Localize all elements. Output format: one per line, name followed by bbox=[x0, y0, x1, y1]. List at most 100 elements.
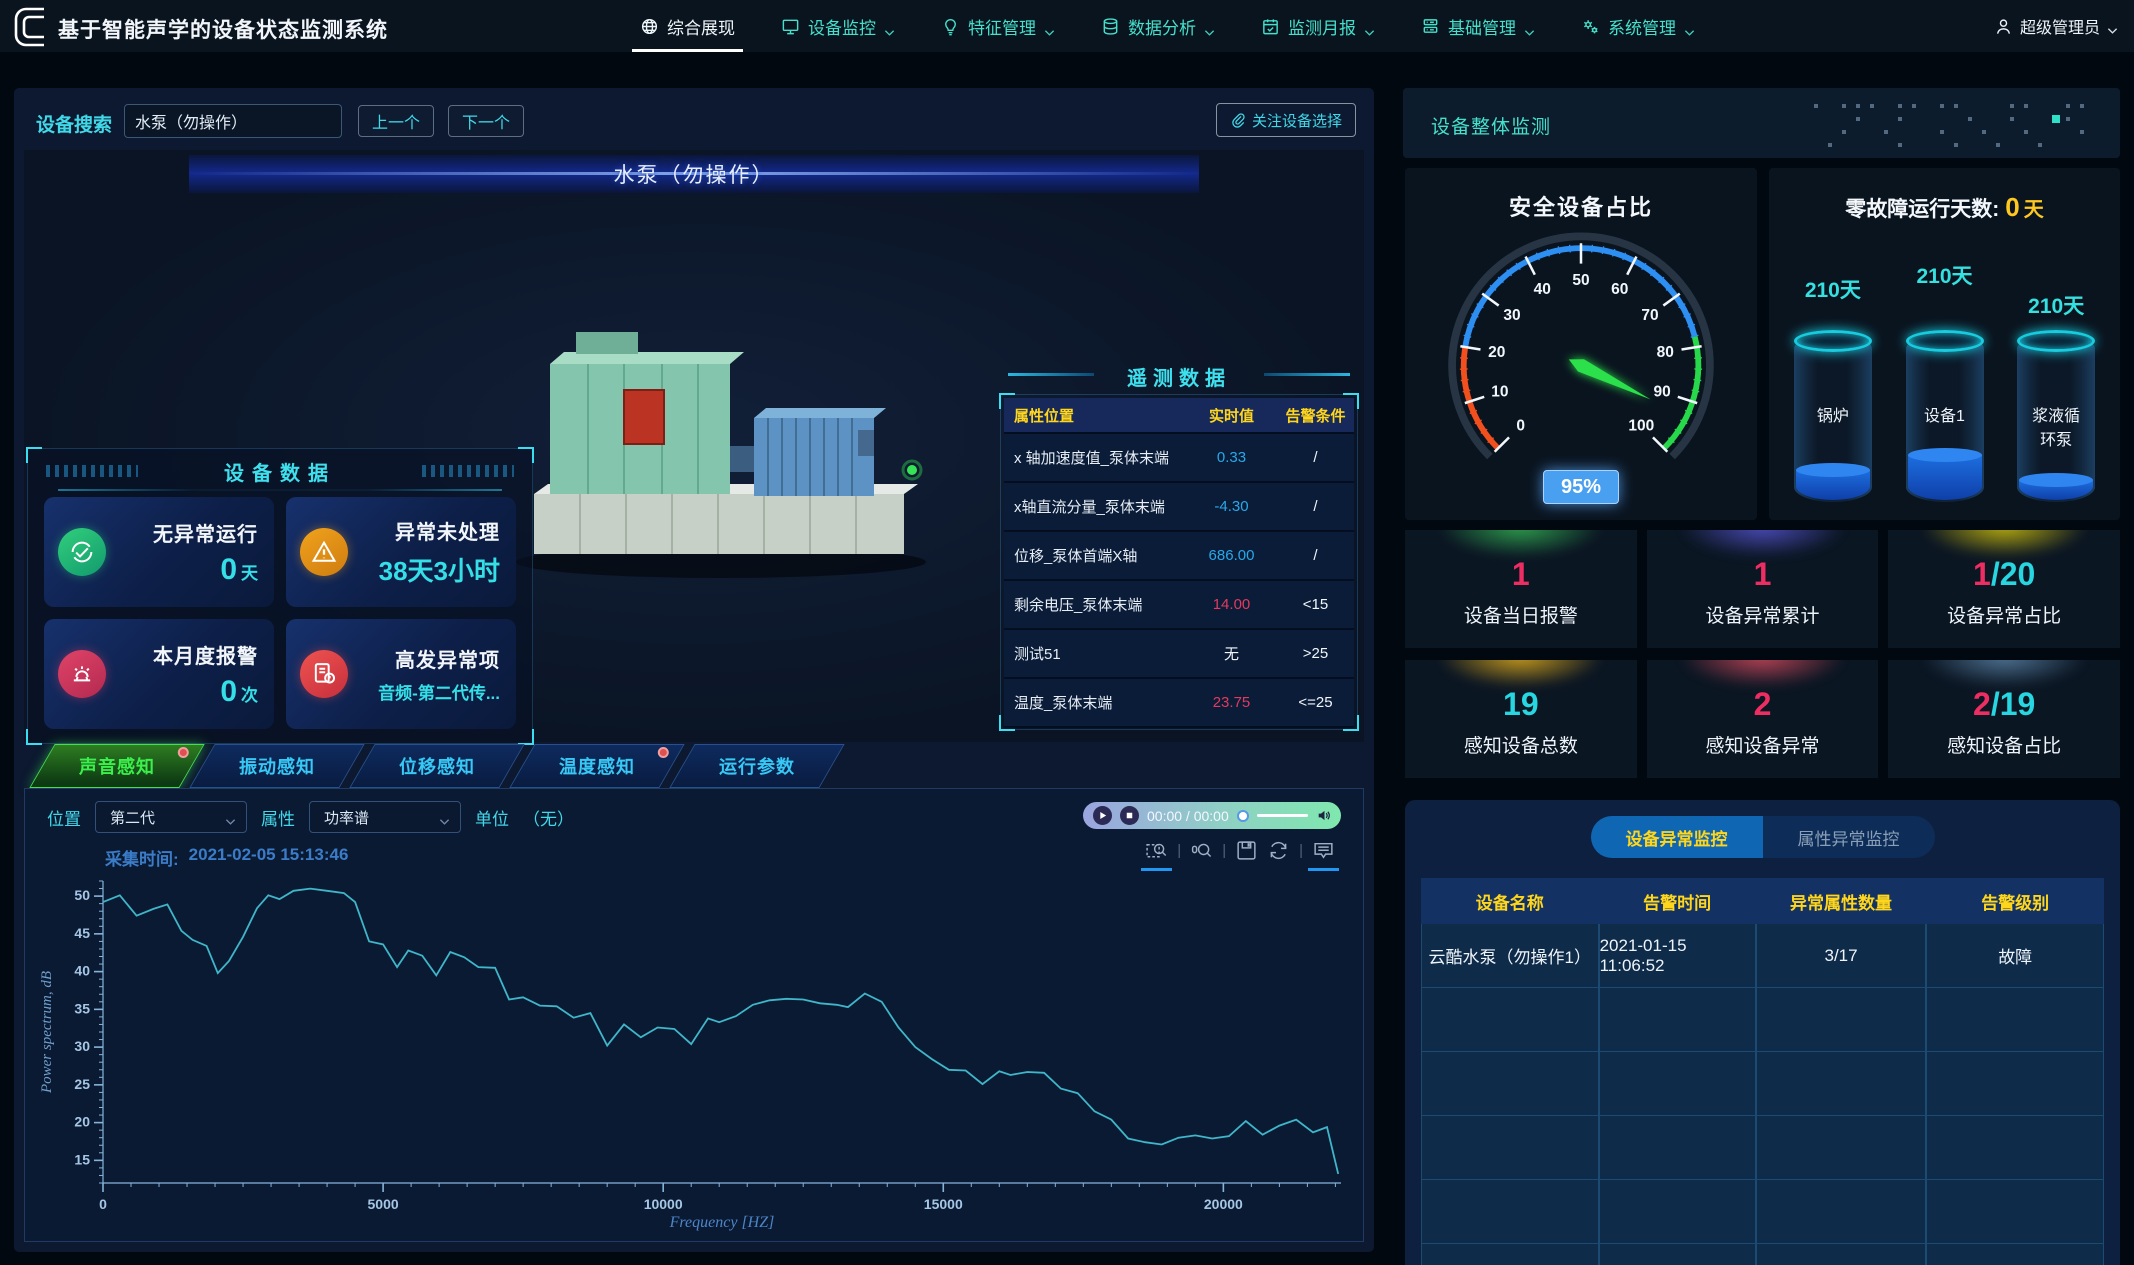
alarm-monitor-card: 设备异常监控 属性异常监控 设备名称告警时间异常属性数量告警级别云酷水泵（勿操作… bbox=[1405, 800, 2120, 1265]
device-panel: 设备搜索 上一个 下一个 关注设备选择 水泵（勿操作） bbox=[14, 88, 1374, 1252]
zoom-reset-icon[interactable] bbox=[1190, 839, 1213, 862]
warning-triangle-icon bbox=[300, 528, 348, 576]
overview-stat-card: 2/19 感知设备占比 bbox=[1888, 660, 2120, 778]
run-days-value: 210天 bbox=[2000, 290, 2112, 320]
user-menu[interactable]: 超级管理员 bbox=[1994, 0, 2118, 52]
top-nav: 基于智能声学的设备状态监测系统 综合展现 设备监控 特征管理 数据分析 监测月报 bbox=[0, 0, 2134, 52]
attribute-name: 测试51 bbox=[1004, 643, 1186, 664]
svg-text:20000: 20000 bbox=[1204, 1196, 1243, 1212]
overview-header: 设备整体监测 bbox=[1403, 88, 2120, 158]
nav-item-device-monitor[interactable]: 设备监控 bbox=[781, 0, 895, 52]
stat-label: 感知设备总数 bbox=[1405, 731, 1637, 758]
seek-handle[interactable] bbox=[1237, 810, 1249, 822]
alarm-lamp-icon bbox=[58, 650, 106, 698]
stat-card-month-alarm: 本月度报警 0次 bbox=[44, 619, 274, 729]
tab-temperature-sense[interactable]: 温度感知 bbox=[509, 744, 684, 788]
nav-item-base-mgmt[interactable]: 基础管理 bbox=[1421, 0, 1535, 52]
next-device-button[interactable]: 下一个 bbox=[448, 105, 524, 137]
volume-icon[interactable] bbox=[1316, 807, 1331, 824]
safety-gauge-card: 安全设备占比 0102030405060708090100 95% bbox=[1405, 168, 1757, 520]
tab-device-alarm[interactable]: 设备异常监控 bbox=[1591, 816, 1763, 858]
telemetry-row: 温度_泵体末端23.75<=25 bbox=[1004, 679, 1354, 728]
stat-value: 2/19 bbox=[1888, 686, 2120, 723]
svg-text:30: 30 bbox=[74, 1038, 90, 1054]
audio-player: 00:00 / 00:00 bbox=[1083, 802, 1341, 829]
svg-text:45: 45 bbox=[74, 925, 90, 941]
server-icon bbox=[1421, 17, 1440, 36]
focus-device-button[interactable]: 关注设备选择 bbox=[1216, 103, 1356, 137]
frame-corner bbox=[26, 729, 42, 745]
sense-tabs: 声音感知 振动感知 位移感知 温度感知 运行参数 bbox=[26, 744, 842, 788]
nav-item-overview[interactable]: 综合展现 bbox=[640, 0, 735, 52]
search-input[interactable] bbox=[124, 104, 342, 138]
nav-item-data-analysis[interactable]: 数据分析 bbox=[1101, 0, 1215, 52]
cylinder-item: 210天浆液循环泵 bbox=[2000, 232, 2112, 510]
zero-fault-title: 零故障运行天数:0天 bbox=[1769, 192, 2120, 223]
tab-sound-sense[interactable]: 声音感知 bbox=[29, 744, 204, 788]
svg-text:60: 60 bbox=[1611, 281, 1628, 298]
sound-sense-content: 位置 第二代 属性 功率谱 单位 （无） 00:00 / 00:00 采集时间:… bbox=[24, 788, 1364, 1242]
telemetry-title: 遥测数据 bbox=[1000, 362, 1358, 392]
chart-toolbar: | | | bbox=[1145, 839, 1335, 862]
telemetry-row: x轴直流分量_泵体末端-4.30/ bbox=[1004, 483, 1354, 532]
tab-run-params[interactable]: 运行参数 bbox=[669, 744, 844, 788]
alarm-row-empty bbox=[1421, 1052, 2104, 1116]
alarm-condition: / bbox=[1277, 449, 1354, 466]
stat-value: 1 bbox=[1647, 556, 1879, 593]
frame-corner bbox=[518, 729, 534, 745]
nav-item-monthly-report[interactable]: 监测月报 bbox=[1261, 0, 1375, 52]
safety-gauge: 0102030405060708090100 bbox=[1416, 220, 1746, 472]
tab-vibration-sense[interactable]: 振动感知 bbox=[189, 744, 364, 788]
alarm-header-row: 设备名称告警时间异常属性数量告警级别 bbox=[1421, 878, 2104, 924]
attribute-name: x轴直流分量_泵体末端 bbox=[1004, 496, 1186, 517]
cylinder: 锅炉 bbox=[1794, 334, 1872, 502]
play-button[interactable] bbox=[1093, 806, 1112, 825]
cylinder: 设备1 bbox=[1906, 334, 1984, 502]
zoom-select-icon[interactable] bbox=[1145, 839, 1168, 862]
svg-text:35: 35 bbox=[74, 1000, 90, 1016]
seek-track[interactable] bbox=[1257, 814, 1308, 817]
player-time: 00:00 / 00:00 bbox=[1147, 808, 1229, 824]
stat-card-unhandled: 异常未处理 38天3小时 bbox=[286, 497, 516, 607]
stat-label: 感知设备占比 bbox=[1888, 731, 2120, 758]
device-data-panel: 设备数据 无异常运行 0天 异常未处理 38天3小时 本月度报警 bbox=[27, 448, 533, 744]
svg-text:15: 15 bbox=[74, 1151, 90, 1167]
device-name: 设备1 bbox=[1913, 405, 1975, 429]
tab-attribute-alarm[interactable]: 属性异常监控 bbox=[1763, 816, 1935, 858]
overview-panel: 设备整体监测 安全设备占比 0102030405060708090100 95%… bbox=[1403, 88, 2120, 1252]
telemetry-panel: 遥测数据 属性位置实时值告警条件x 轴加速度值_泵体末端0.33/x轴直流分量_… bbox=[1000, 362, 1358, 730]
database-icon bbox=[1101, 17, 1120, 36]
position-select[interactable]: 第二代 bbox=[95, 801, 247, 833]
save-image-icon[interactable] bbox=[1235, 839, 1258, 862]
alarm-table: 设备名称告警时间异常属性数量告警级别云酷水泵（勿操作1）2021-01-15 1… bbox=[1421, 878, 2104, 1265]
telemetry-row: 测试51无>25 bbox=[1004, 630, 1354, 679]
realtime-value: -4.30 bbox=[1186, 498, 1277, 515]
alarm-condition: / bbox=[1277, 547, 1354, 564]
active-tab-underline bbox=[632, 49, 743, 52]
overview-title: 设备整体监测 bbox=[1431, 112, 1551, 139]
power-spectrum-chart: 152025303540455005000100001500020000Powe… bbox=[33, 873, 1357, 1235]
prev-device-button[interactable]: 上一个 bbox=[358, 105, 434, 137]
tab-displacement-sense[interactable]: 位移感知 bbox=[349, 744, 524, 788]
alarm-row-empty bbox=[1421, 988, 2104, 1052]
refresh-icon[interactable] bbox=[1267, 839, 1290, 862]
attribute-name: x 轴加速度值_泵体末端 bbox=[1004, 447, 1186, 468]
nav-item-feature-mgmt[interactable]: 特征管理 bbox=[941, 0, 1055, 52]
title-divider bbox=[58, 489, 502, 491]
chevron-down-icon bbox=[2107, 22, 2118, 30]
svg-text:10: 10 bbox=[1491, 384, 1508, 401]
paperclip-icon bbox=[1230, 112, 1246, 128]
unit-value: （无） bbox=[523, 805, 574, 830]
alarm-tabs: 设备异常监控 属性异常监控 bbox=[1591, 816, 1935, 858]
stop-button[interactable] bbox=[1120, 806, 1139, 825]
attribute-select[interactable]: 功率谱 bbox=[309, 801, 461, 833]
app-logo bbox=[10, 4, 52, 50]
svg-text:0: 0 bbox=[1516, 418, 1525, 435]
alert-badge bbox=[178, 747, 189, 758]
alarm-row[interactable]: 云酷水泵（勿操作1）2021-01-15 11:06:523/17故障 bbox=[1421, 924, 2104, 988]
run-days-value: 210天 bbox=[1777, 274, 1889, 304]
page-title: 基于智能声学的设备状态监测系统 bbox=[58, 14, 388, 44]
data-view-icon[interactable] bbox=[1312, 839, 1335, 862]
unit-label: 单位 bbox=[475, 805, 509, 830]
nav-item-system-mgmt[interactable]: 系统管理 bbox=[1581, 0, 1695, 52]
